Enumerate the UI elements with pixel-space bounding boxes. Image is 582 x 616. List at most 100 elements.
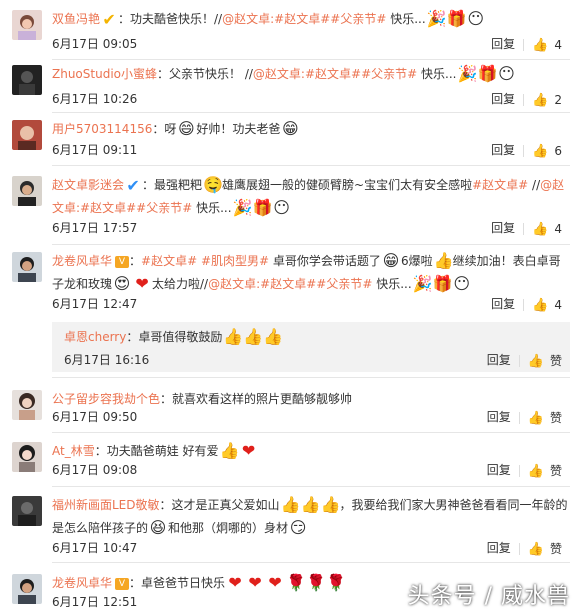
gift-icon: 🎁 (252, 197, 273, 217)
username-link[interactable]: At_林雪 (52, 444, 95, 458)
timestamp: 6月17日 09:05 (52, 37, 138, 51)
party-popper-icon: 🎉 (457, 63, 478, 83)
like-button[interactable]: 👍 赞 (518, 353, 570, 368)
reply-button[interactable]: 回复 (479, 538, 519, 558)
thumbs-up-emoji-icon: 👍 (243, 326, 264, 346)
comment-body: 6爆啦 (400, 254, 433, 268)
smirk-emoji-icon: 😏 (289, 517, 307, 537)
like-button[interactable]: 👍 6 (523, 143, 570, 159)
timestamp: 6月17日 10:47 (52, 541, 138, 555)
reply-button[interactable]: 回复 (483, 140, 523, 160)
username-link[interactable]: ZhuoStudio小蜜蜂 (52, 67, 157, 81)
thumbs-up-emoji-icon: 👍 (320, 494, 341, 514)
username-link[interactable]: 卓恩cherry (64, 330, 126, 344)
rose-icon: 🌹 (286, 572, 306, 592)
comment-body: 快乐... (192, 201, 232, 215)
reply-button[interactable]: 回复 (483, 294, 523, 314)
rose-icon: 🌹 (306, 572, 326, 592)
timestamp: 6月17日 10:26 (52, 92, 138, 106)
reply-button[interactable]: 回复 (483, 218, 523, 238)
party-popper-icon: 🎉 (232, 197, 253, 217)
mustache-face-icon: 😶 (467, 8, 484, 28)
avatar[interactable] (12, 390, 42, 420)
username-link[interactable]: 双鱼冯艳 (52, 12, 100, 26)
topic-link[interactable]: #肌肉型男# (201, 254, 269, 268)
comment-item: 赵文卓影迷会 ✔ ：最强粑粑🤤雄鹰展翅一般的健硕臂膀~宝宝们太有安全感啦#赵文卓# … (0, 166, 582, 246)
verified-badge-icon: ✔ (102, 9, 116, 29)
like-button[interactable]: 👍 2 (523, 93, 570, 107)
username-link[interactable]: 龙卷风卓华 (52, 254, 112, 268)
reply-button[interactable]: 回复 (479, 460, 519, 480)
comment-meta: 6月17日 12:47 回复 👍 4 (52, 294, 582, 314)
thumb-up-icon: 👍 (532, 143, 549, 159)
comment-meta: 6月17日 09:08 回复 👍 赞 (52, 460, 582, 480)
timestamp: 6月17日 17:57 (52, 221, 138, 235)
mustache-face-icon: 😶 (453, 273, 470, 293)
nested-reply-text: 卓恩cherry：卓哥值得敬鼓励👍👍👍 (64, 326, 283, 348)
comment-body: 快乐... (372, 277, 412, 291)
username-link[interactable]: 公子留步容我劫个色 (52, 392, 160, 406)
reply-button[interactable]: 回复 (479, 407, 519, 427)
timestamp: 6月17日 09:08 (52, 463, 138, 477)
comment-meta: 6月17日 10:26 回复 👍 2 (52, 89, 582, 109)
comment-meta: 6月17日 09:11 回复 👍 6 (52, 140, 582, 160)
mention-link[interactable]: @赵文卓:#赵文卓# (208, 277, 316, 291)
comment-body: 卓哥你学会带话题了 (269, 254, 381, 268)
comment-item: 用户5703114156：呀 😄 好帅！功夫老爸 😁 6月17日 09:11 回复 👍 6 (0, 110, 582, 166)
mustache-face-icon: 😶 (273, 197, 290, 217)
like-label: 赞 (549, 410, 562, 425)
comment-body: ：就喜欢看这样的照片更酷够靓够帅 (160, 392, 353, 406)
username-link[interactable]: 龙卷风卓华 (52, 576, 112, 590)
love-eyes-emoji-icon: 😍 (113, 273, 131, 293)
topic-link[interactable]: #父亲节# (316, 277, 372, 291)
like-count: 6 (554, 143, 562, 158)
comment-meta: 6月17日 10:47 回复 👍 赞 (52, 538, 582, 558)
username-link[interactable]: 用户5703114156 (52, 122, 152, 136)
comment-item: 双鱼冯艳 ✔ ：功夫酷爸快乐！//@赵文卓:#赵文卓##父亲节# 快乐...🎉🎁😶 … (0, 0, 582, 60)
comment-text: 赵文卓影迷会 ✔ ：最强粑粑🤤雄鹰展翅一般的健硕臂膀~宝宝们太有安全感啦#赵文卓# … (52, 174, 570, 220)
comment-body: ：功夫酷爸快乐！// (118, 12, 223, 26)
username-link[interactable]: 福州新画面LED敬敏 (52, 498, 160, 512)
reply-button[interactable]: 回复 (483, 34, 523, 54)
comment-body: 快乐... (386, 12, 426, 26)
like-button[interactable]: 👍 赞 (518, 410, 570, 425)
like-button[interactable]: 👍 4 (523, 297, 570, 313)
topic-link[interactable]: #父亲节# (136, 201, 192, 215)
comment-body: ：呀 (152, 122, 177, 136)
avatar[interactable] (12, 496, 42, 526)
comment-item: 福州新画面LED敬敏：这才是正真父爱如山👍👍👍，我要给我们家大男神爸爸看看同一年… (0, 486, 582, 564)
vip-badge-icon: V (115, 255, 130, 268)
heart-icon: ❤ (268, 572, 282, 592)
avatar[interactable] (12, 176, 42, 206)
comment-body: 好帅！功夫老爸 (196, 122, 281, 136)
comment-body: 太给力啦// (152, 277, 209, 291)
verified-badge-icon: ✔ (126, 175, 140, 195)
avatar[interactable] (12, 574, 42, 604)
thumb-up-icon: 👍 (532, 297, 549, 313)
like-button[interactable]: 👍 赞 (518, 464, 570, 478)
avatar[interactable] (12, 120, 42, 150)
topic-link[interactable]: #父亲节# (361, 67, 417, 81)
username-link[interactable]: 赵文卓影迷会 (52, 178, 124, 192)
mention-link[interactable]: @赵文卓:#赵文卓# (253, 67, 361, 81)
topic-link[interactable]: #赵文卓# (472, 178, 528, 192)
mention-link[interactable]: @赵文卓:#赵文卓# (222, 12, 330, 26)
topic-link[interactable]: #赵文卓# (141, 254, 197, 268)
reply-button[interactable]: 回复 (483, 89, 523, 109)
timestamp: 6月17日 12:47 (52, 297, 138, 311)
like-button[interactable]: 👍 4 (523, 38, 570, 52)
thumbs-up-emoji-icon: 👍 (280, 494, 301, 514)
reply-button[interactable]: 回复 (479, 350, 519, 370)
comment-body: // (528, 178, 541, 192)
drool-emoji-icon: 🤤 (203, 174, 223, 194)
avatar[interactable] (12, 10, 42, 40)
topic-link[interactable]: #父亲节# (330, 12, 386, 26)
like-label: 赞 (549, 353, 562, 368)
like-button[interactable]: 👍 4 (523, 222, 570, 236)
comment-body: ：这才是正真父爱如山 (159, 498, 280, 512)
like-button[interactable]: 👍 赞 (518, 542, 570, 556)
avatar[interactable] (12, 252, 42, 282)
avatar[interactable] (12, 65, 42, 95)
comment-item: ZhuoStudio小蜜蜂：父亲节快乐！ //@赵文卓:#赵文卓##父亲节# 快… (0, 55, 582, 115)
avatar[interactable] (12, 442, 42, 472)
